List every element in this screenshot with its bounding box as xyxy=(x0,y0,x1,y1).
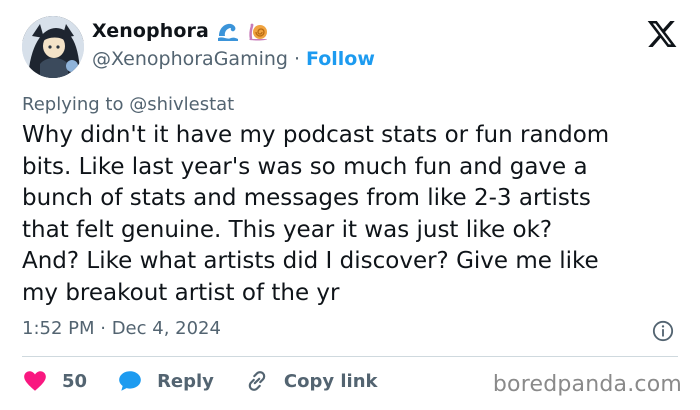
tweet-line: my breakout artist of the yr xyxy=(22,279,340,306)
link-icon xyxy=(248,371,266,391)
display-name[interactable]: Xenophora xyxy=(92,20,209,42)
tweet-line: Why didn't it have my podcast stats or f… xyxy=(22,122,610,148)
copy-link-label: Copy link xyxy=(283,370,378,392)
tweet-timestamp[interactable]: 1:52 PM · Dec 4, 2024 xyxy=(22,318,221,339)
tweet-line: that felt genuine. This year it was just… xyxy=(22,216,553,243)
reply-label: Reply xyxy=(157,370,214,392)
tweet-line: And? Like what artists did I discover? G… xyxy=(22,248,599,274)
heart-icon xyxy=(24,371,46,391)
tweet-text: Why didn't it have my podcast stats or f… xyxy=(22,120,682,309)
x-logo-icon[interactable] xyxy=(646,18,678,50)
follow-button[interactable]: Follow xyxy=(306,48,375,70)
author-handle[interactable]: @XenophoraGaming xyxy=(92,48,288,70)
avatar-illustration xyxy=(22,16,84,78)
copy-link-button[interactable]: Copy link xyxy=(244,368,378,394)
avatar[interactable] xyxy=(22,16,84,78)
reply-button[interactable]: Reply xyxy=(117,368,214,394)
boredpanda-watermark: boredpanda.com xyxy=(492,372,682,397)
tweet-line: bits. Like last year's was so much fun a… xyxy=(22,153,588,180)
divider xyxy=(22,356,678,357)
reply-bubble-icon xyxy=(119,371,141,391)
snail-emoji-icon xyxy=(247,20,269,42)
handle-separator: · xyxy=(293,48,301,70)
like-count: 50 xyxy=(62,370,88,392)
info-icon[interactable] xyxy=(652,320,674,342)
tweet-card: Xenophora @XenophoraGaming · Follow Repl… xyxy=(0,0,700,410)
action-bar: 50 Reply Copy link xyxy=(22,368,378,394)
like-button[interactable]: 50 xyxy=(22,368,87,394)
wave-emoji-icon xyxy=(217,20,239,42)
replying-to[interactable]: Replying to @shivlestat xyxy=(22,94,234,115)
author-name-row: Xenophora xyxy=(92,20,269,42)
author-handle-row: @XenophoraGaming · Follow xyxy=(92,48,375,70)
tweet-line: bunch of stats and messages from like 2-… xyxy=(22,185,591,211)
